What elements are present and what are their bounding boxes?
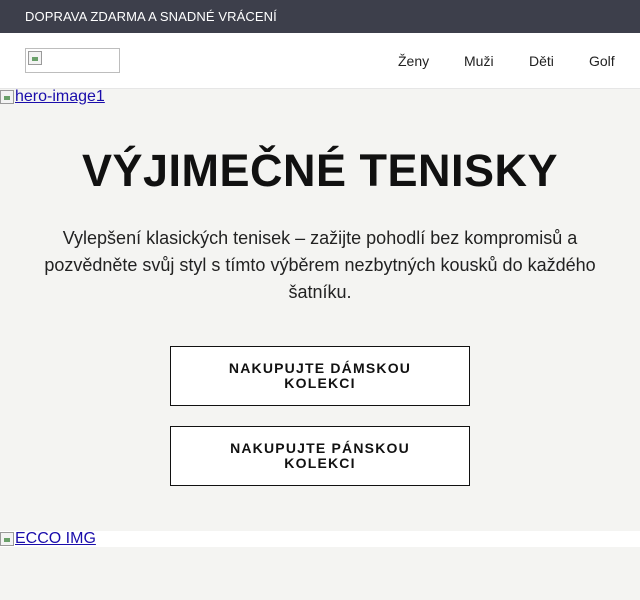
shop-women-button[interactable]: NAKUPUJTE DÁMSKOU KOLEKCI: [170, 346, 470, 406]
promo-text: DOPRAVA ZDARMA A SNADNÉ VRÁCENÍ: [25, 9, 277, 24]
hero-image-link[interactable]: hero-image1: [0, 88, 105, 105]
nav-item-muzi[interactable]: Muži: [464, 53, 494, 69]
nav-item-zeny[interactable]: Ženy: [398, 53, 429, 69]
shop-men-button[interactable]: NAKUPUJTE PÁNSKOU KOLEKCI: [170, 426, 470, 486]
promo-bar: DOPRAVA ZDARMA A SNADNÉ VRÁCENÍ: [0, 0, 640, 33]
broken-image-icon: [28, 51, 42, 65]
ecco-image-link[interactable]: ECCO IMG: [0, 530, 96, 547]
logo[interactable]: [25, 48, 120, 73]
ecco-image-alt: ECCO IMG: [15, 530, 96, 547]
hero-image-alt: hero-image1: [15, 88, 105, 105]
hero-description: Vylepšení klasických tenisek – zažijte p…: [44, 228, 596, 302]
nav-item-deti[interactable]: Děti: [529, 53, 554, 69]
broken-image-icon: [0, 90, 14, 104]
section-divider: [0, 531, 640, 547]
nav-item-golf[interactable]: Golf: [589, 53, 615, 69]
header: Ženy Muži Děti Golf: [0, 33, 640, 89]
hero-title: VÝJIMEČNÉ TENISKY: [81, 145, 559, 196]
broken-image-icon: [0, 532, 14, 546]
